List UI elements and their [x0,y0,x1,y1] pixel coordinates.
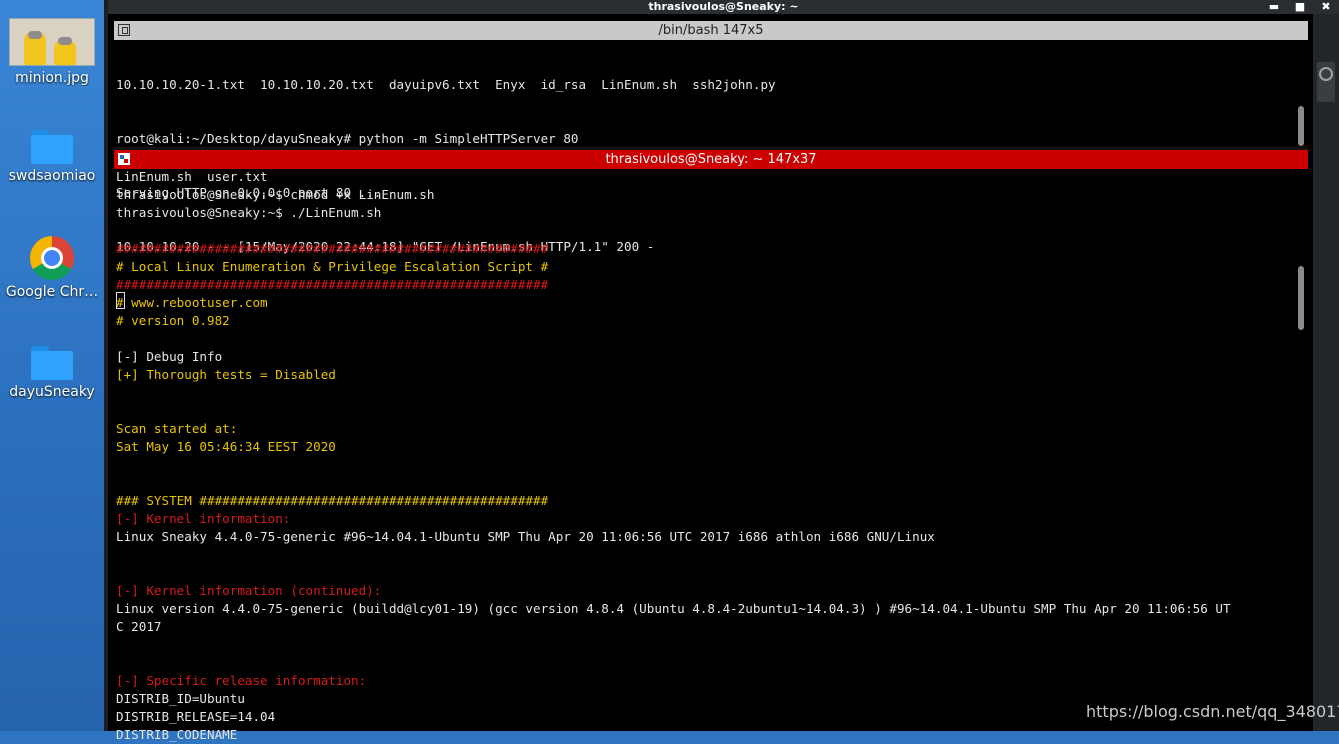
desktop-icon-dayusneaky[interactable]: dayuSneaky [0,346,104,400]
window-title: thrasivoulos@Sneaky: ~ [648,0,799,13]
terminal-line: DISTRIB_CODENAME [116,727,238,742]
watermark: https://blog.csdn.net/qq_34801745 [1086,702,1339,721]
window-titlebar[interactable]: thrasivoulos@Sneaky: ~ ▬ ■ ✖ [108,0,1339,14]
pane-title: thrasivoulos@Sneaky: ~ 147x37 [605,152,817,167]
desktop-icon-label: dayuSneaky [9,384,95,400]
terminal-line: Linux Sneaky 4.4.0-75-generic #96~14.04.… [116,529,935,544]
desktop-icon-google-chrome[interactable]: Google Chr… [0,236,104,300]
minimize-button[interactable]: ▬ [1261,0,1287,14]
desktop: minion.jpg swdsaomiao Google Chr… dayuSn… [0,0,106,731]
chrome-icon [30,236,74,280]
terminal-pane-bash[interactable]: 10.10.10.20-1.txt 10.10.10.20.txt dayuip… [116,40,776,309]
terminal-line: [-] Kernel information (continued): [116,583,382,598]
terminal-line: thrasivoulos@Sneaky:~$ ./LinEnum.sh [116,205,382,220]
terminal-line: DISTRIB_RELEASE=14.04 [116,709,276,724]
desktop-icon-minion[interactable]: minion.jpg [0,18,104,86]
terminal-line: ########################################… [116,277,549,292]
terminal-line: DISTRIB_ID=Ubuntu [116,691,245,706]
terminal-line: ### SYSTEM #############################… [116,493,549,508]
desktop-icon-swdsaomiao[interactable]: swdsaomiao [0,130,104,184]
terminal-group-icon[interactable] [118,24,130,36]
terminal-group-icon[interactable] [118,153,130,165]
terminal-line: Scan started at: [116,421,238,436]
terminal-line: [-] Debug Info [116,349,223,364]
terminal-line: LinEnum.sh user.txt [116,169,268,184]
close-button[interactable]: ✖ [1313,0,1339,14]
scrollbar-thumb[interactable] [1298,266,1304,330]
folder-icon [31,130,73,164]
panel-button[interactable] [1317,62,1335,102]
user-icon [1319,67,1333,81]
terminal-line: # Local Linux Enumeration & Privilege Es… [116,259,549,274]
terminal-line: [-] Kernel information: [116,511,291,526]
terminal-line: root@kali:~/Desktop/dayuSneaky# python -… [116,131,579,146]
terminal-line: C 2017 [116,619,162,634]
scrollbar-thumb[interactable] [1298,106,1304,146]
maximize-button[interactable]: ■ [1287,0,1313,14]
right-side-panel [1313,14,1339,731]
terminal-line: ########################################… [116,241,549,256]
terminator-window: /bin/bash 147x5 10.10.10.20-1.txt 10.10.… [108,14,1313,742]
pane-titlebar-bash[interactable]: /bin/bash 147x5 [114,21,1308,40]
terminal-line: # www.rebootuser.com [116,295,268,310]
terminal-line: Linux version 4.4.0-75-generic (buildd@l… [116,601,1231,616]
image-thumbnail-icon [9,18,95,66]
terminal-pane-ssh[interactable]: LinEnum.sh user.txt thrasivoulos@Sneaky:~… [116,168,1231,744]
terminal-line: Sat May 16 05:46:34 EEST 2020 [116,439,336,454]
folder-icon [31,346,73,380]
pane-title: /bin/bash 147x5 [658,23,764,38]
terminal-line: [-] Specific release information: [116,673,367,688]
desktop-icon-label: minion.jpg [15,70,89,86]
desktop-icon-label: swdsaomiao [8,168,96,184]
terminal-line: # version 0.982 [116,313,230,328]
pane-titlebar-ssh[interactable]: thrasivoulos@Sneaky: ~ 147x37 [114,150,1308,169]
terminal-line: 10.10.10.20-1.txt 10.10.10.20.txt dayuip… [116,77,776,92]
terminal-line: [+] Thorough tests = Disabled [116,367,336,382]
desktop-icon-label: Google Chr… [5,284,99,300]
terminal-line: thrasivoulos@Sneaky:~$ chmod +x LinEnum.… [116,187,435,202]
